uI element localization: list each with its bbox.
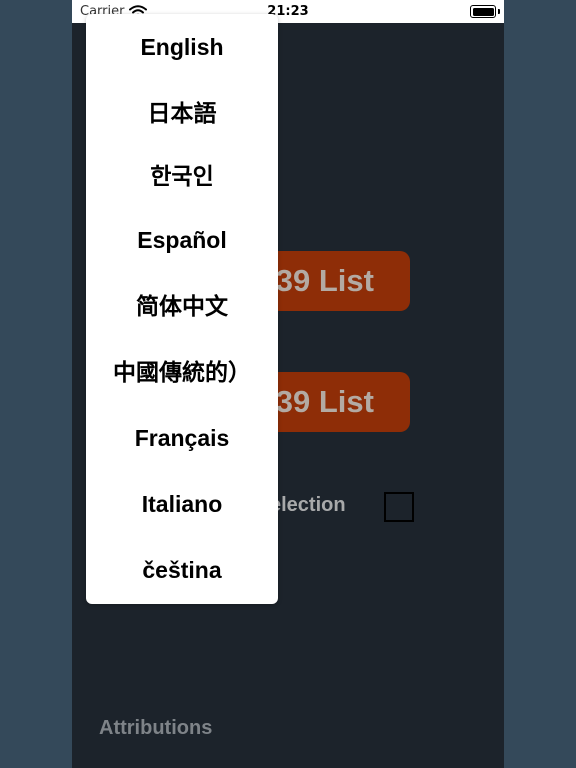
selection-checkbox[interactable]	[384, 492, 414, 522]
language-option-spanish[interactable]: Español	[86, 220, 278, 260]
language-option-czech[interactable]: čeština	[86, 550, 278, 590]
battery-tip	[498, 9, 500, 14]
language-option-korean[interactable]: 한국인	[86, 156, 278, 196]
language-option-japanese[interactable]: 日本語	[86, 93, 278, 133]
language-menu: English 日本語 한국인 Español 简体中文 中國傳統的） Fran…	[86, 14, 278, 604]
battery-level	[472, 7, 494, 16]
language-option-simplified-chinese[interactable]: 简体中文	[86, 286, 278, 326]
language-option-english[interactable]: English	[86, 27, 278, 67]
language-option-italian[interactable]: Italiano	[86, 484, 278, 524]
battery-icon	[470, 5, 496, 18]
language-option-french[interactable]: Français	[86, 418, 278, 458]
attributions-link[interactable]: Attributions	[99, 717, 212, 740]
selection-label: election	[270, 494, 346, 516]
language-option-traditional-chinese[interactable]: 中國傳統的）	[86, 352, 278, 392]
